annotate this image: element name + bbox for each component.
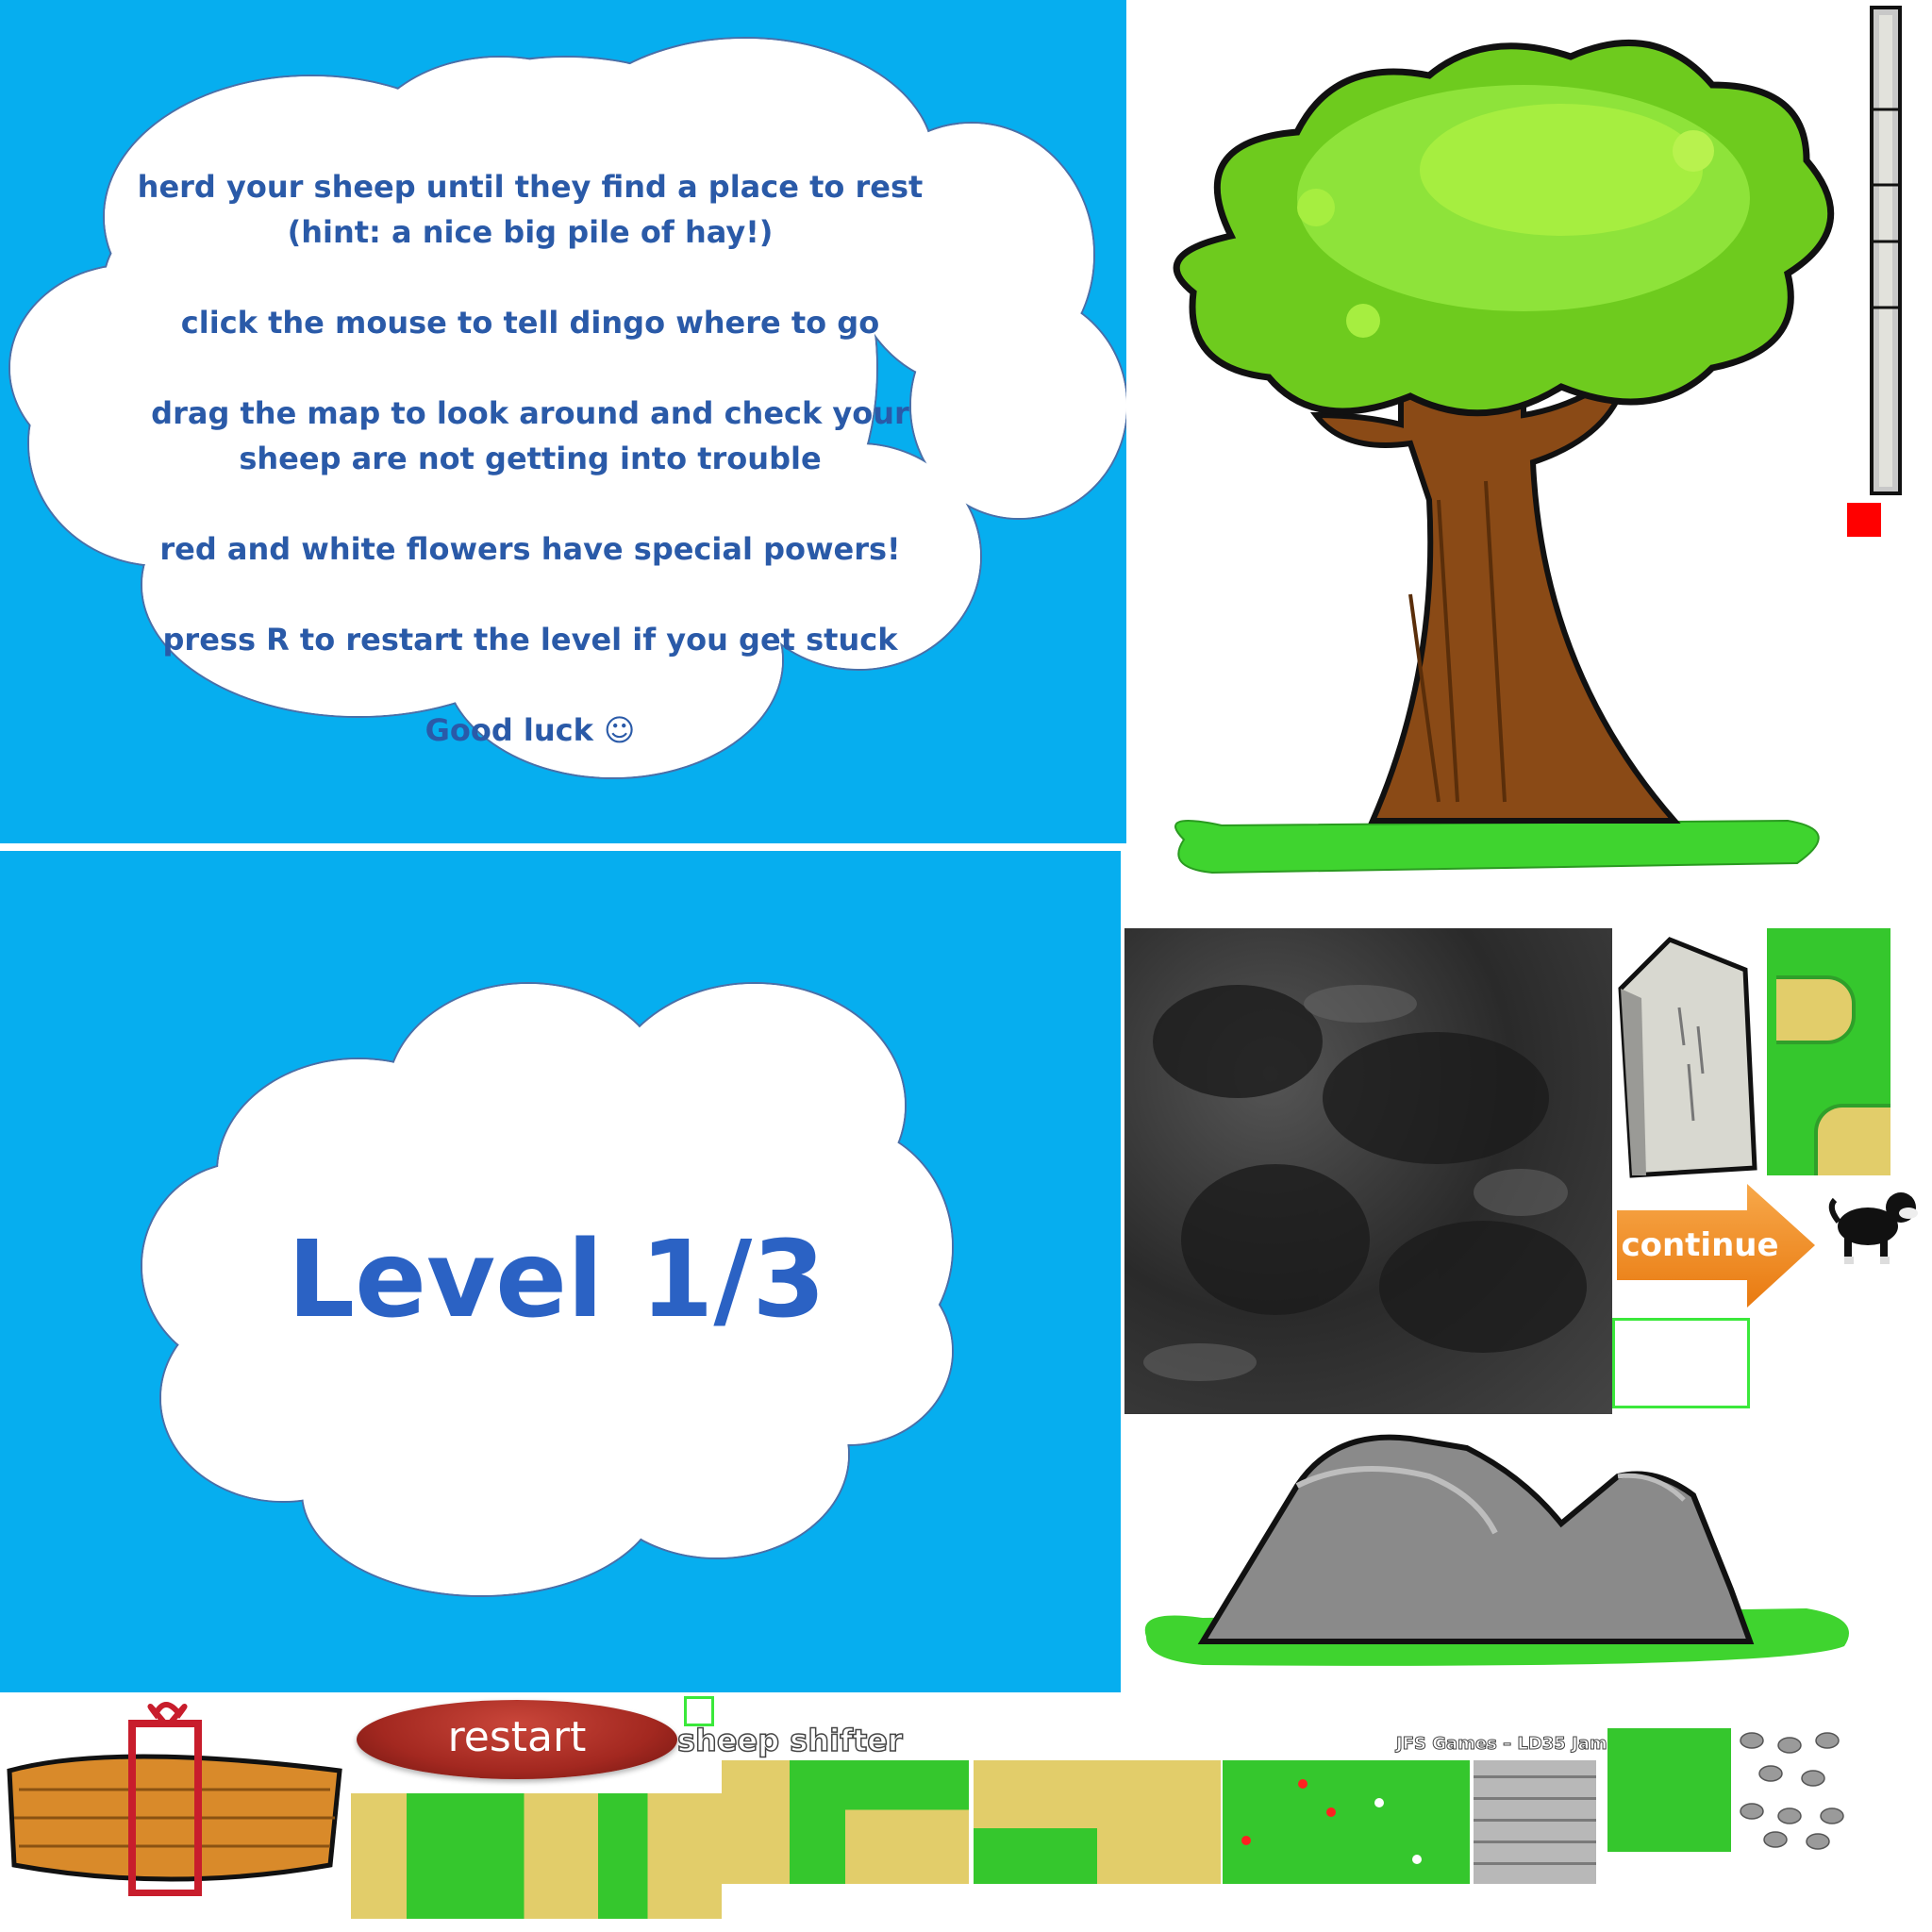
tile-grass — [1607, 1728, 1731, 1852]
instruction-line: red and white flowers have special power… — [159, 531, 901, 567]
gravestone-sprite — [1618, 937, 1757, 1178]
selection-box — [1612, 1318, 1750, 1408]
hay-bale-sprite — [7, 1702, 342, 1896]
tile-pebbles — [1733, 1726, 1857, 1850]
restart-button-label: restart — [447, 1713, 587, 1761]
credit-label: JFS Games – LD35 Jam — [1396, 1734, 1608, 1755]
level-panel: Level 1/3 — [0, 851, 1121, 1692]
tile-grass-red-flowers — [1223, 1760, 1346, 1884]
restart-button[interactable]: restart — [357, 1700, 677, 1779]
tree-sprite — [1173, 39, 1835, 874]
instruction-line: herd your sheep until they find a place … — [137, 169, 924, 205]
tile-grass-white-flowers — [1346, 1760, 1470, 1884]
instruction-line: click the mouse to tell dingo where to g… — [180, 305, 880, 341]
instruction-line: press R to restart the level if you get … — [162, 622, 898, 658]
continue-button[interactable]: continue — [1615, 1226, 1785, 1264]
game-title: sheep shifter — [676, 1722, 903, 1759]
tile-grass-corner-bottom — [1767, 1052, 1890, 1175]
instruction-line: drag the map to look around and check yo… — [151, 395, 909, 431]
instruction-line: (hint: a nice big pile of hay!) — [287, 214, 774, 250]
tile-grass-top-sand — [845, 1760, 969, 1884]
instruction-line: Good luck ☺ — [425, 712, 636, 748]
tile-sand — [1097, 1760, 1221, 1884]
tile-stone-wall — [1474, 1760, 1596, 1884]
instruction-line: sheep are not getting into trouble — [239, 441, 822, 476]
tile-sand-grass-bottom — [974, 1760, 1097, 1884]
tile-grass-sand-c — [598, 1793, 722, 1919]
instructions-panel: herd your sheep until they find a place … — [0, 0, 1126, 843]
tile-grass-sand-a — [351, 1793, 475, 1919]
dark-rock-texture — [1124, 928, 1612, 1414]
fence-post-sprite — [1870, 6, 1902, 495]
red-marker — [1847, 503, 1881, 537]
level-label: Level 1/3 — [287, 1219, 826, 1341]
tile-sand-grass-d — [722, 1760, 845, 1884]
dingo-dog-sprite — [1828, 1192, 1918, 1264]
boulder-sprite — [1144, 1434, 1849, 1666]
tile-grass-sand-b — [475, 1793, 598, 1919]
tile-grass-corner-top — [1767, 928, 1890, 1052]
